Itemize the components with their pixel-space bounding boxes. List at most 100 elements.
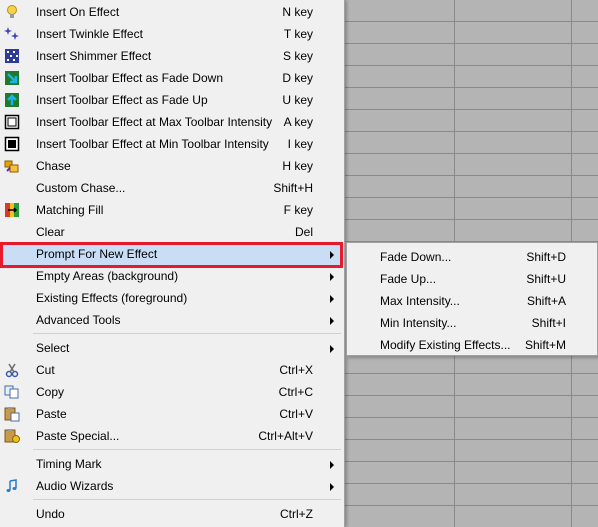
submenu-item-label: Min Intensity... — [380, 316, 457, 330]
menu-item-existing-effects[interactable]: Existing Effects (foreground) — [0, 287, 344, 309]
menu-item-timing-mark[interactable]: Timing Mark — [0, 453, 344, 475]
menu-item-cut[interactable]: Cut Ctrl+X — [0, 359, 344, 381]
menu-item-audio-wizards[interactable]: Audio Wizards — [0, 475, 344, 497]
shortcut-label: Ctrl+C — [278, 385, 313, 399]
shortcut-label: N key — [282, 5, 313, 19]
menu-item-copy[interactable]: Copy Ctrl+C — [0, 381, 344, 403]
twinkle-icon — [4, 26, 20, 42]
shortcut-label: Shift+U — [526, 272, 566, 286]
menu-item-label: Insert Shimmer Effect — [36, 49, 152, 63]
menu-item-label: Cut — [36, 363, 55, 377]
menu-item-label: Insert Twinkle Effect — [36, 27, 143, 41]
menu-item-max-intensity[interactable]: Insert Toolbar Effect at Max Toolbar Int… — [0, 111, 344, 133]
submenu-item-min-intensity[interactable]: Min Intensity... Shift+I — [347, 311, 597, 333]
menu-item-label: Paste Special... — [36, 429, 120, 443]
shortcut-label: Del — [294, 225, 313, 239]
copy-icon — [4, 384, 20, 400]
menu-item-label: Timing Mark — [36, 457, 102, 471]
menu-item-undo[interactable]: Undo Ctrl+Z — [0, 503, 344, 525]
shimmer-icon — [4, 48, 20, 64]
paste-special-icon — [4, 428, 20, 444]
menu-item-paste-special[interactable]: Paste Special... Ctrl+Alt+V — [0, 425, 344, 447]
submenu-item-fade-up[interactable]: Fade Up... Shift+U — [347, 267, 597, 289]
menu-separator — [33, 499, 341, 500]
submenu-arrow-icon — [330, 295, 334, 303]
submenu-item-label: Fade Down... — [380, 250, 452, 264]
menu-item-label: Existing Effects (foreground) — [36, 291, 188, 305]
menu-item-label: Insert On Effect — [36, 5, 120, 19]
submenu-arrow-icon — [330, 461, 334, 469]
shortcut-label: F key — [283, 203, 313, 217]
menu-item-matching-fill[interactable]: Matching Fill F key — [0, 199, 344, 221]
menu-item-label: Insert Toolbar Effect as Fade Down — [36, 71, 223, 85]
matching-fill-icon — [4, 202, 20, 218]
submenu-item-label: Fade Up... — [380, 272, 437, 286]
shortcut-label: Ctrl+X — [279, 363, 313, 377]
submenu-item-label: Modify Existing Effects... — [380, 338, 511, 352]
shortcut-label: Shift+M — [524, 338, 566, 352]
chase-icon — [4, 158, 20, 174]
shortcut-label: D key — [282, 71, 313, 85]
menu-item-label: Insert Toolbar Effect as Fade Up — [36, 93, 208, 107]
menu-item-label: Paste — [36, 407, 67, 421]
submenu-item-max-intensity[interactable]: Max Intensity... Shift+A — [347, 289, 597, 311]
shortcut-label: Shift+D — [526, 250, 566, 264]
menu-item-label: Insert Toolbar Effect at Min Toolbar Int… — [36, 137, 269, 151]
shortcut-label: T key — [283, 27, 313, 41]
paste-icon — [4, 406, 20, 422]
menu-item-label: Select — [36, 341, 70, 355]
submenu-arrow-icon — [330, 273, 334, 281]
menu-item-label: Clear — [36, 225, 65, 239]
annotation-highlight-box — [0, 242, 343, 268]
menu-item-label: Custom Chase... — [36, 181, 126, 195]
max-intensity-icon — [4, 114, 20, 130]
min-intensity-icon — [4, 136, 20, 152]
menu-item-label: Matching Fill — [36, 203, 104, 217]
menu-item-chase[interactable]: Chase H key — [0, 155, 344, 177]
submenu-item-label: Max Intensity... — [380, 294, 460, 308]
prompt-for-new-effect-submenu: Fade Down... Shift+D Fade Up... Shift+U … — [346, 242, 598, 356]
menu-item-label: Audio Wizards — [36, 479, 114, 493]
shortcut-label: Shift+H — [273, 181, 313, 195]
menu-item-min-intensity[interactable]: Insert Toolbar Effect at Min Toolbar Int… — [0, 133, 344, 155]
submenu-arrow-icon — [330, 345, 334, 353]
music-note-icon — [4, 478, 20, 494]
menu-item-insert-twinkle-effect[interactable]: Insert Twinkle Effect T key — [0, 23, 344, 45]
shortcut-label: I key — [287, 137, 313, 151]
menu-item-label: Chase — [36, 159, 71, 173]
menu-item-label: Empty Areas (background) — [36, 269, 179, 283]
menu-item-advanced-tools[interactable]: Advanced Tools — [0, 309, 344, 331]
menu-item-select[interactable]: Select — [0, 337, 344, 359]
menu-item-empty-areas[interactable]: Empty Areas (background) — [0, 265, 344, 287]
menu-item-fade-up[interactable]: Insert Toolbar Effect as Fade Up U key — [0, 89, 344, 111]
menu-item-insert-on-effect[interactable]: Insert On Effect N key — [0, 1, 344, 23]
scissors-icon — [4, 362, 20, 378]
shortcut-label: Ctrl+Z — [280, 507, 313, 521]
fade-up-icon — [4, 92, 20, 108]
shortcut-label: Ctrl+Alt+V — [258, 429, 313, 443]
shortcut-label: A key — [283, 115, 313, 129]
menu-item-label: Insert Toolbar Effect at Max Toolbar Int… — [36, 115, 273, 129]
fade-down-icon — [4, 70, 20, 86]
submenu-arrow-icon — [330, 317, 334, 325]
shortcut-label: Ctrl+V — [279, 407, 313, 421]
submenu-item-modify-existing-effects[interactable]: Modify Existing Effects... Shift+M — [347, 333, 597, 355]
submenu-item-fade-down[interactable]: Fade Down... Shift+D — [347, 245, 597, 267]
shortcut-label: Shift+A — [526, 294, 566, 308]
menu-item-label: Copy — [36, 385, 65, 399]
menu-separator — [33, 333, 341, 334]
menu-item-custom-chase[interactable]: Custom Chase... Shift+H — [0, 177, 344, 199]
shortcut-label: S key — [282, 49, 313, 63]
menu-item-fade-down[interactable]: Insert Toolbar Effect as Fade Down D key — [0, 67, 344, 89]
submenu-arrow-icon — [330, 483, 334, 491]
menu-item-label: Undo — [36, 507, 65, 521]
shortcut-label: Shift+I — [531, 316, 566, 330]
menu-item-paste[interactable]: Paste Ctrl+V — [0, 403, 344, 425]
bulb-icon — [4, 4, 20, 20]
menu-separator — [33, 449, 341, 450]
menu-item-insert-shimmer-effect[interactable]: Insert Shimmer Effect S key — [0, 45, 344, 67]
shortcut-label: U key — [282, 93, 313, 107]
menu-item-clear[interactable]: Clear Del — [0, 221, 344, 243]
shortcut-label: H key — [282, 159, 313, 173]
menu-item-label: Advanced Tools — [36, 313, 121, 327]
